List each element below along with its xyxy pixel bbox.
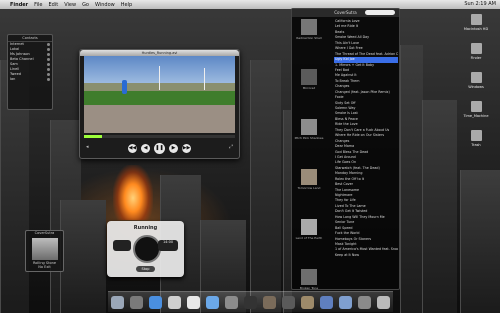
dock-icon-trash[interactable] (377, 295, 390, 309)
dock-icon-stacks[interactable] (301, 295, 314, 309)
dock-icon-ical[interactable] (187, 295, 200, 309)
album-cover (301, 69, 317, 85)
album-item[interactable]: Lend of The Earth (294, 219, 324, 265)
fast-forward-icon[interactable]: ▶▶ (182, 143, 191, 153)
dock-icon-photos[interactable] (263, 295, 276, 309)
desktop-icon-macintosh-hd[interactable]: Macintosh HD (455, 14, 497, 39)
menu-window[interactable]: Window (95, 2, 115, 8)
menu-view[interactable]: View (64, 2, 76, 8)
video-scrubber[interactable] (84, 135, 235, 138)
album-cover (301, 169, 317, 185)
hard-drive-icon (470, 14, 482, 25)
track-item[interactable]: Keep at It Now (334, 253, 398, 258)
desktop-icons: Macintosh HD Finder Windows Time_Machine… (455, 14, 497, 159)
menu-edit[interactable]: Edit (49, 2, 59, 8)
dock-icon-mail[interactable] (168, 295, 181, 309)
trash-icon (470, 130, 482, 141)
stop-button[interactable]: Stop (136, 266, 155, 272)
menu-help[interactable]: Help (121, 2, 132, 8)
menu-finder[interactable]: Finder (10, 2, 28, 8)
pause-icon[interactable]: ❚❚ (154, 142, 165, 154)
forward-icon[interactable]: ▶ (169, 143, 178, 153)
running-widget: Running 14:00 Stop (107, 221, 184, 277)
dock-icon-downloads[interactable] (320, 295, 333, 309)
menu-file[interactable]: File (34, 2, 42, 8)
video-frame[interactable] (84, 56, 235, 133)
album-cover (301, 219, 317, 235)
contacts-title: Contacts (8, 35, 52, 42)
menu-go[interactable]: Go (82, 2, 89, 8)
running-dial[interactable] (133, 235, 161, 263)
coversutra-mini-title: CoverSutra (34, 231, 55, 235)
track-item[interactable]: Changed (feat. Jason Pike Remix) (334, 90, 398, 95)
desktop-icon-windows[interactable]: Windows (455, 72, 497, 97)
album-item[interactable]: Broken Tone (294, 269, 324, 289)
fullscreen-icon[interactable]: ⤢ (229, 144, 233, 150)
dock (108, 291, 393, 312)
dock-icon-dashboard[interactable] (130, 295, 143, 309)
album-art[interactable] (31, 238, 58, 260)
dock-icon-documents[interactable] (339, 295, 352, 309)
back-icon[interactable]: ◀ (141, 143, 150, 153)
video-player-window: Hurdles_Running.avi ◂ ◀◀ ◀ ❚❚ ▶ ▶▶ ⤢ (79, 49, 240, 159)
album-cover (301, 269, 317, 285)
album-item[interactable]: Pitch Pink Shadows (294, 119, 324, 165)
running-mode-display (113, 240, 131, 251)
search-input[interactable] (365, 10, 395, 15)
track-item[interactable]: 1 of America's Most Wanted feat. Snoop D… (334, 247, 398, 252)
video-controls: ◀◀ ◀ ❚❚ ▶ ▶▶ (80, 139, 239, 157)
fire-glow (113, 165, 153, 220)
album-cover (301, 19, 317, 35)
dock-icon-terminal[interactable] (244, 295, 257, 309)
dock-icon-utilities[interactable] (358, 295, 371, 309)
menu-bar: Finder File Edit View Go Window Help Sun… (0, 0, 500, 9)
desktop-icon-trash[interactable]: Trash (455, 130, 497, 155)
album-item[interactable]: Mirrored (294, 69, 324, 115)
dock-icon-mixer[interactable] (282, 295, 295, 309)
finder-icon (470, 43, 482, 54)
track-list: California Love Let me Ride It Beats Smoke … (334, 19, 398, 258)
contacts-panel: Contacts Internet Lokal Ms Johnson Beta … (7, 34, 53, 110)
rewind-icon[interactable]: ◀◀ (128, 143, 137, 153)
album-cover (301, 119, 317, 135)
coversutra-panel: CoverSutra Redirection Shell Mirrored Pi… (291, 8, 400, 290)
windows-drive-icon (470, 72, 482, 83)
album-item[interactable]: Redirection Shell (294, 19, 324, 65)
album-list: Redirection Shell Mirrored Pitch Pink Sh… (294, 19, 330, 289)
desktop-icon-time-machine[interactable]: Time_Machine (455, 101, 497, 126)
desktop-icon-finder[interactable]: Finder (455, 43, 497, 68)
dock-icon-safari[interactable] (149, 295, 162, 309)
runner-figure (122, 80, 127, 94)
contact-row[interactable]: Ian (8, 77, 52, 82)
running-title: Running (133, 225, 158, 231)
dock-icon-finder[interactable] (111, 295, 124, 309)
album-item[interactable]: Tomorrow Land (294, 169, 324, 215)
menubar-clock[interactable]: Sun 2:19 AM (464, 1, 496, 7)
cover-line2: No Exit (38, 265, 51, 269)
time-machine-icon (470, 101, 482, 112)
running-time: 14:00 (158, 240, 178, 251)
dock-icon-itunes[interactable] (206, 295, 219, 309)
dock-icon-preview[interactable] (225, 295, 238, 309)
coversutra-mini: CoverSutra Rolling Stone No Exit (25, 230, 64, 272)
